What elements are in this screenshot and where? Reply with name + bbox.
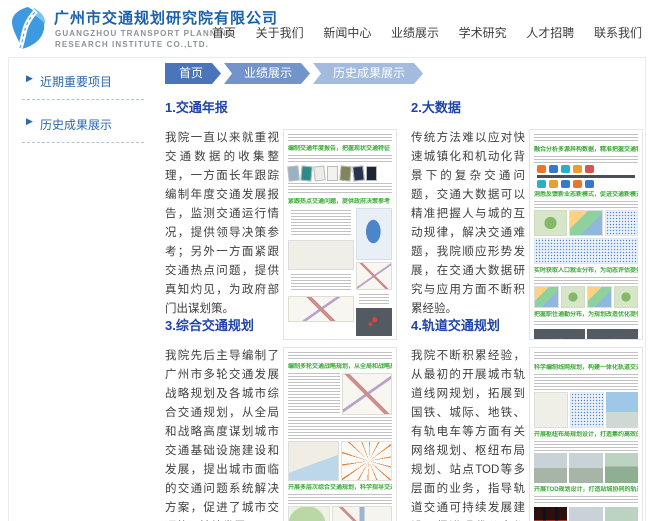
diagram-thumbnail [534,507,567,521]
section-title: 1.交通年报 [165,97,397,116]
map-thumbnail [570,392,604,428]
header: 广州市交通规划研究院有限公司 GUANGZHOU TRANSPORT PLANN… [0,0,650,57]
company-logo-icon [8,5,48,51]
map-thumbnail [561,286,586,308]
sidebar-item-label: 近期重要项目 [40,75,112,89]
chevron-right-icon: ▶ [26,116,33,127]
company-name-en-line2: RESEARCH INSTITUTE CO.,LTD. [55,39,234,50]
report-covers [288,166,392,181]
section-body-text: 我院先后主导编制了广州市多轮交通发展战略规划及各城市综合交通规划，从全局和战略高… [165,347,279,521]
sidebar-item-history-achievements[interactable]: ▶ 历史成果展示 [22,114,144,143]
section-title: 2.大数据 [411,97,643,116]
breadcrumb-home[interactable]: 首页 [165,63,221,84]
vehicle-icons [537,180,635,188]
sidebar-item-label: 历史成果展示 [40,118,112,132]
sidebar-item-recent-projects[interactable]: ▶ 近期重要项目 [22,71,144,100]
figure-heading: 开展TOD规划设计，打造站城协同的轨道交通综合体 [534,486,638,494]
figure-heading: 编制多轮交通战略规划，从全局和战略高度谋划交通发展 [288,363,392,371]
photo-thumbnail [534,453,567,483]
map-thumbnail [288,441,339,481]
page: 广州市交通规划研究院有限公司 GUANGZHOU TRANSPORT PLANN… [0,0,650,521]
photo-thumbnail [605,453,638,483]
figure-heading: 开展多层次综合交通规划，科学指导交通资源配置 [288,484,392,492]
map-thumbnail [288,506,330,521]
figure-heading: 融合分析多源异构数据，精准把握交通特征 [534,146,638,154]
map-thumbnail [341,441,392,481]
map-thumbnail [587,286,612,308]
sidebar: ▶ 近期重要项目 ▶ 历史成果展示 [8,57,158,143]
company-name-en: GUANGZHOU TRANSPORT PLANNING RESEARCH IN… [55,28,234,50]
section-big-data: 2.大数据 传统方法难以应对快速城镇化和机动化背景下的复杂交通问题，交通大数据可… [411,97,643,340]
section-annual-report: 1.交通年报 我院一直以来就重视交通数据的收集整理，一方面长年跟踪编制年度交通发… [165,97,397,340]
map-thumbnail [614,286,639,308]
map-thumbnail [605,210,638,236]
figure-heading: 科学编制线网规划，构建一体化轨道交通网络 [534,364,638,372]
photo-thumbnail [606,392,638,428]
figure-heading: 编制交通年度报告，把握现状交通特征 [288,145,392,153]
company-name-en-line1: GUANGZHOU TRANSPORT PLANNING [55,28,234,39]
main-nav: 首页 关于我们 新闻中心 业绩展示 学术研究 人才招聘 联系我们 [212,24,642,41]
map-thumbnail [356,262,392,290]
photo-thumbnail [605,507,638,521]
section-title: 3.综合交通规划 [165,315,397,334]
vehicle-icons [537,165,635,173]
figure-heading: 紧跟热点交通问题，提供政府决策参考 [288,198,392,206]
map-thumbnail [534,210,567,236]
section-body-text: 我院一直以来就重视交通数据的收集整理，一方面长年跟踪编制年度交通发展报告，监测交… [165,129,279,340]
nav-news[interactable]: 新闻中心 [323,24,371,41]
figure-heading: 实时获取人口就业分布，为动态评估提供新思路 [534,267,638,275]
section-comprehensive-planning: 3.综合交通规划 我院先后主导编制了广州市多轮交通发展战略规划及各城市综合交通规… [165,315,397,521]
nav-recruit[interactable]: 人才招聘 [526,24,574,41]
section-body-text: 传统方法难以应对快速城镇化和机动化背景下的复杂交通问题，交通大数据可以精准把握人… [411,129,525,340]
figure-heading: 开展枢纽布局规划设计，打造集约高效的综合交通枢纽 [534,431,638,439]
section-rail-transit-planning: 4.轨道交通规划 我院不断积累经验，从最初的开展城市轨道线网规划，拓展到国铁、城… [411,315,643,521]
photo-thumbnail [569,507,602,521]
figure-big-data: 融合分析多源异构数据，精准把握交通特征 洞悉反馈新业态新模式，促进交通新模式良性… [529,129,643,340]
nav-contact[interactable]: 联系我们 [594,24,642,41]
breadcrumb-history[interactable]: 历史成果展示 [313,63,423,84]
map-thumbnail [534,392,568,428]
map-thumbnail [534,238,638,264]
nav-achievements[interactable]: 业绩展示 [391,24,439,41]
figure-comprehensive-planning: 编制多轮交通战略规划，从全局和战略高度谋划交通发展 开展多层次综合交通规划，科学… [283,347,397,521]
nav-about[interactable]: 关于我们 [256,24,304,41]
map-thumbnail [356,208,392,260]
figure-annual-report: 编制交通年度报告，把握现状交通特征 紧跟热点交通问题，提供政府决策参考 [283,129,397,340]
breadcrumb-achievements[interactable]: 业绩展示 [224,63,310,84]
map-thumbnail [288,240,354,270]
section-body-text: 我院不断积累经验，从最初的开展城市轨道线网规划，拓展到国铁、城际、地铁、有轨电车… [411,347,525,521]
nav-research[interactable]: 学术研究 [459,24,507,41]
map-thumbnail [342,373,392,415]
breadcrumb: 首页 业绩展示 历史成果展示 [165,63,423,84]
map-thumbnail [332,506,392,521]
chevron-right-icon: ▶ [26,73,33,84]
section-title: 4.轨道交通规划 [411,315,643,334]
nav-home[interactable]: 首页 [212,24,236,41]
map-thumbnail [569,210,602,236]
map-thumbnail [534,286,559,308]
photo-thumbnail [569,453,602,483]
figure-rail-transit: 科学编制线网规划，构建一体化轨道交通网络 开展枢纽布局规划设计，打造集约高效的综… [529,347,643,521]
figure-heading: 洞悉反馈新业态新模式，促进交通新模式良性发展 [534,191,638,199]
